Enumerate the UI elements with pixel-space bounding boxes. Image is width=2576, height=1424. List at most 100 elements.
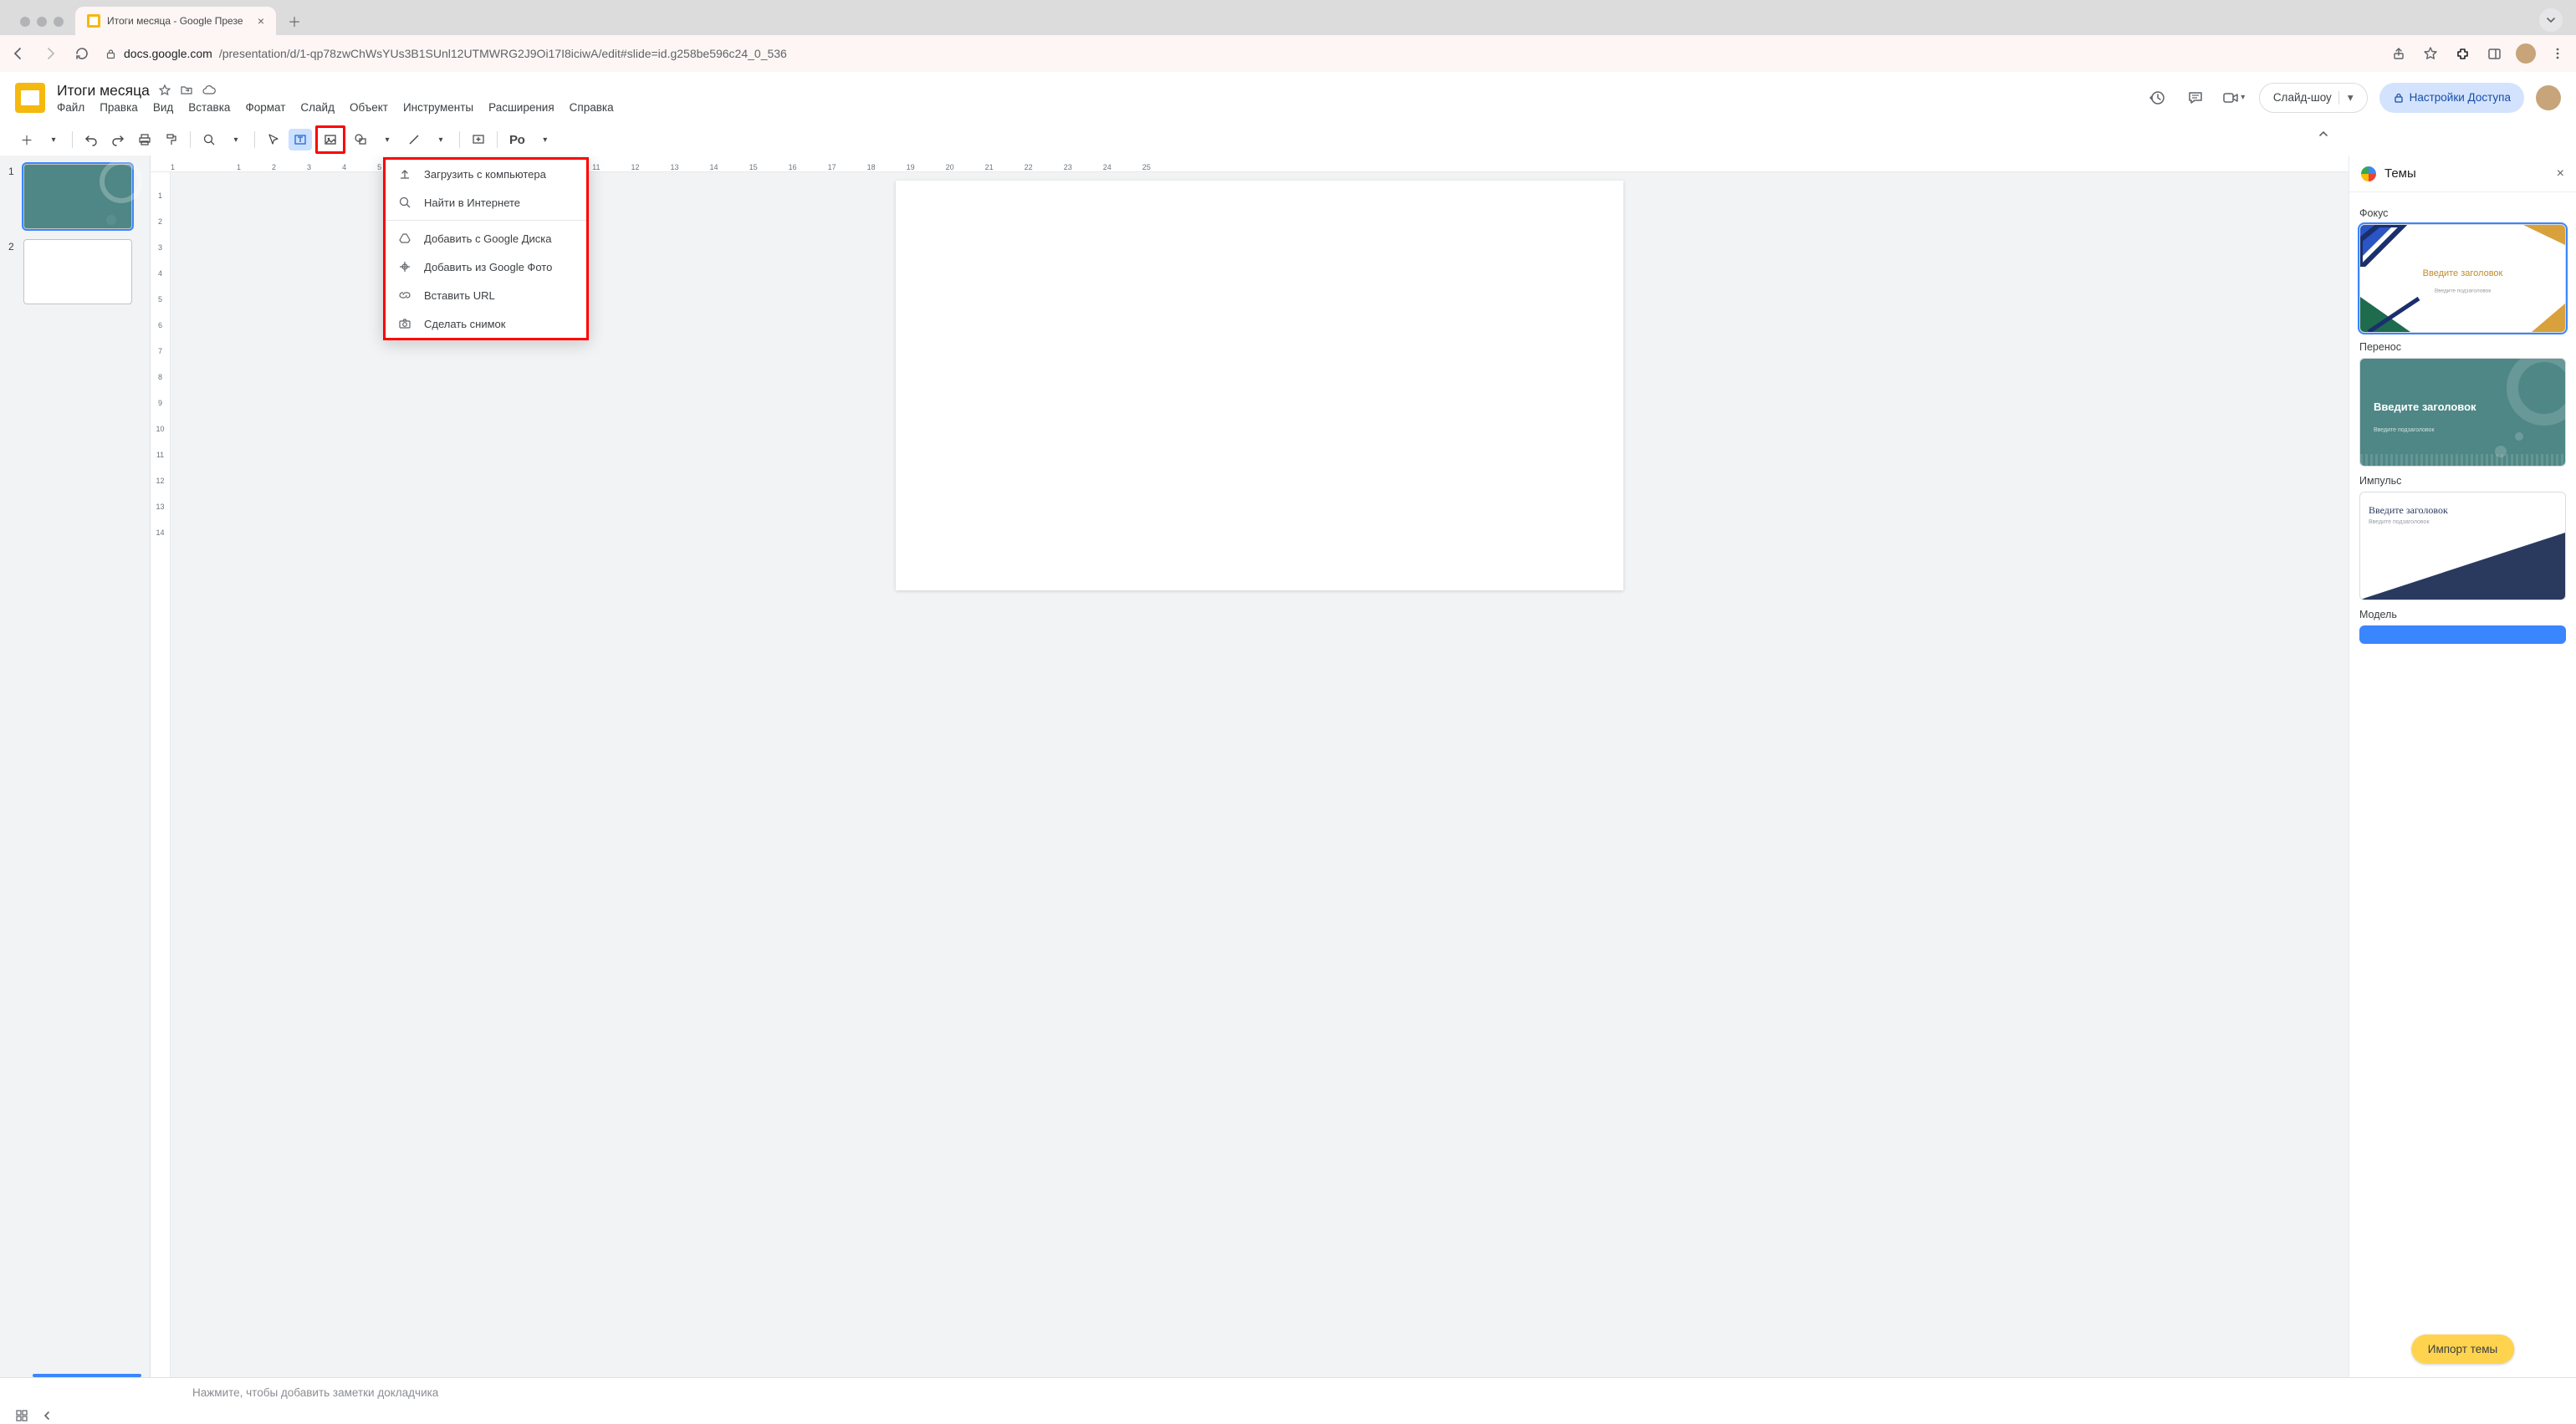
slideshow-button[interactable]: Слайд-шоу ▾ <box>2259 83 2368 113</box>
line-tool[interactable] <box>402 129 426 151</box>
dd-label: Сделать снимок <box>424 318 505 330</box>
menu-view[interactable]: Вид <box>153 101 173 114</box>
insert-image-dropdown: Загрузить с компьютера Найти в Интернете… <box>383 157 589 340</box>
themes-header: Темы × <box>2349 156 2576 192</box>
menu-slide[interactable]: Слайд <box>300 101 335 114</box>
current-slide[interactable] <box>896 181 1623 590</box>
url-display[interactable]: docs.google.com/presentation/d/1-qp78zwC… <box>104 47 2377 60</box>
font-family[interactable]: Ро <box>504 129 530 151</box>
bookmark-star-icon[interactable] <box>2420 43 2441 64</box>
close-icon[interactable]: × <box>258 14 264 28</box>
slides-logo[interactable] <box>15 83 45 113</box>
collapse-toolbar-icon[interactable] <box>2313 124 2333 144</box>
menu-insert[interactable]: Вставка <box>188 101 230 114</box>
traffic-close[interactable] <box>20 17 30 27</box>
redo-button[interactable] <box>106 129 130 151</box>
theme-preview-focus[interactable]: Введите заголовок Введите подзаголовок <box>2359 224 2566 333</box>
dd-search-web[interactable]: Найти в Интернете <box>386 188 586 217</box>
font-dd[interactable]: ▾ <box>534 129 557 151</box>
undo-button[interactable] <box>79 129 103 151</box>
new-slide-button[interactable]: ＋ <box>15 129 38 151</box>
nav-reload-button[interactable] <box>72 43 92 64</box>
lock-icon <box>104 47 117 60</box>
share-button[interactable]: Настройки Доступа <box>2379 83 2524 113</box>
menu-tools[interactable]: Инструменты <box>403 101 473 114</box>
side-panel-icon[interactable] <box>2484 43 2504 64</box>
menu-object[interactable]: Объект <box>350 101 388 114</box>
menu-extensions[interactable]: Расширения <box>488 101 555 114</box>
slide-thumbnail-1[interactable] <box>23 164 132 229</box>
line-dd[interactable]: ▾ <box>429 129 452 151</box>
dd-label: Добавить с Google Диска <box>424 232 551 245</box>
dd-separator <box>386 220 586 221</box>
dd-from-photos[interactable]: Добавить из Google Фото <box>386 253 586 281</box>
kebab-menu-icon[interactable] <box>2548 43 2568 64</box>
zoom-dd[interactable]: ▾ <box>224 129 248 151</box>
extensions-icon[interactable] <box>2452 43 2472 64</box>
url-path: /presentation/d/1-qp78zwChWsYUs3B1SUnl12… <box>219 47 787 60</box>
slide-thumbnail-2[interactable] <box>23 239 132 304</box>
slideshow-dropdown-icon[interactable]: ▾ <box>2338 91 2354 105</box>
collapse-left-icon[interactable] <box>42 1411 52 1421</box>
profile-avatar[interactable] <box>2516 43 2536 64</box>
theme-preview-perenos[interactable]: Введите заголовок Введите подзаголовок <box>2359 358 2566 467</box>
new-slide-dd[interactable]: ▾ <box>42 129 65 151</box>
cloud-saved-icon[interactable] <box>202 84 217 97</box>
filmstrip[interactable]: 1 2 <box>0 156 151 1377</box>
speaker-notes[interactable]: Нажмите, чтобы добавить заметки докладчи… <box>0 1377 2576 1407</box>
traffic-max[interactable] <box>54 17 64 27</box>
menu-edit[interactable]: Правка <box>100 101 138 114</box>
dd-upload-from-computer[interactable]: Загрузить с компьютера <box>386 160 586 188</box>
slide-number: 2 <box>8 239 18 253</box>
theme-name: Перенос <box>2359 341 2566 353</box>
account-avatar[interactable] <box>2536 85 2561 110</box>
chevron-down-icon[interactable] <box>2539 8 2563 32</box>
menu-help[interactable]: Справка <box>570 101 614 114</box>
dd-take-photo[interactable]: Сделать снимок <box>386 309 586 338</box>
add-comment-button[interactable] <box>467 129 490 151</box>
zoom-button[interactable] <box>197 129 221 151</box>
dd-insert-url[interactable]: Вставить URL <box>386 281 586 309</box>
print-button[interactable] <box>133 129 156 151</box>
share-icon[interactable] <box>2389 43 2409 64</box>
slideshow-label: Слайд-шоу <box>2273 91 2332 104</box>
history-icon[interactable] <box>2144 84 2170 111</box>
tab-title: Итоги месяца - Google Презе <box>107 15 251 27</box>
textbox-tool[interactable] <box>289 129 312 151</box>
doc-title[interactable]: Итоги месяца <box>57 82 150 100</box>
slide-canvas-container[interactable] <box>171 172 2349 1377</box>
move-folder-icon[interactable] <box>180 84 193 97</box>
star-outline-icon[interactable] <box>158 84 171 97</box>
share-label: Настройки Доступа <box>2410 91 2511 104</box>
dd-from-drive[interactable]: Добавить с Google Диска <box>386 224 586 253</box>
main-area: 1 2 112345678910111213141516171819202122… <box>0 156 2576 1377</box>
shape-dd[interactable]: ▾ <box>376 129 399 151</box>
shape-tool[interactable] <box>349 129 372 151</box>
lock-icon <box>2393 92 2405 104</box>
menu-format[interactable]: Формат <box>245 101 285 114</box>
paint-format-button[interactable] <box>160 129 183 151</box>
new-tab-button[interactable]: ＋ <box>283 9 306 33</box>
nav-forward-button[interactable] <box>40 43 60 64</box>
menubar: Файл Правка Вид Вставка Формат Слайд Объ… <box>57 101 614 114</box>
themes-list[interactable]: Фокус Введите заголовок Введите подзагол… <box>2349 192 2576 1377</box>
theme-preview-impulse[interactable]: Введите заголовок Введите подзаголовок <box>2359 492 2566 600</box>
theme-preview-model[interactable] <box>2359 625 2566 644</box>
drive-icon <box>397 231 412 246</box>
window-traffic-lights <box>7 17 75 35</box>
grid-view-icon[interactable] <box>15 1409 28 1422</box>
meet-icon[interactable]: ▾ <box>2221 84 2247 111</box>
traffic-min[interactable] <box>37 17 47 27</box>
comments-icon[interactable] <box>2182 84 2209 111</box>
close-icon[interactable]: × <box>2557 166 2564 181</box>
import-theme-button[interactable]: Импорт темы <box>2411 1335 2514 1364</box>
nav-back-button[interactable] <box>8 43 28 64</box>
insert-image-button[interactable] <box>319 129 342 151</box>
menu-file[interactable]: Файл <box>57 101 84 114</box>
browser-tab[interactable]: Итоги месяца - Google Презе × <box>75 7 276 35</box>
dd-label: Найти в Интернете <box>424 197 520 209</box>
filmstrip-scrollbar[interactable] <box>33 1374 141 1377</box>
select-tool[interactable] <box>262 129 285 151</box>
upload-icon <box>397 166 412 181</box>
dd-label: Добавить из Google Фото <box>424 261 552 273</box>
